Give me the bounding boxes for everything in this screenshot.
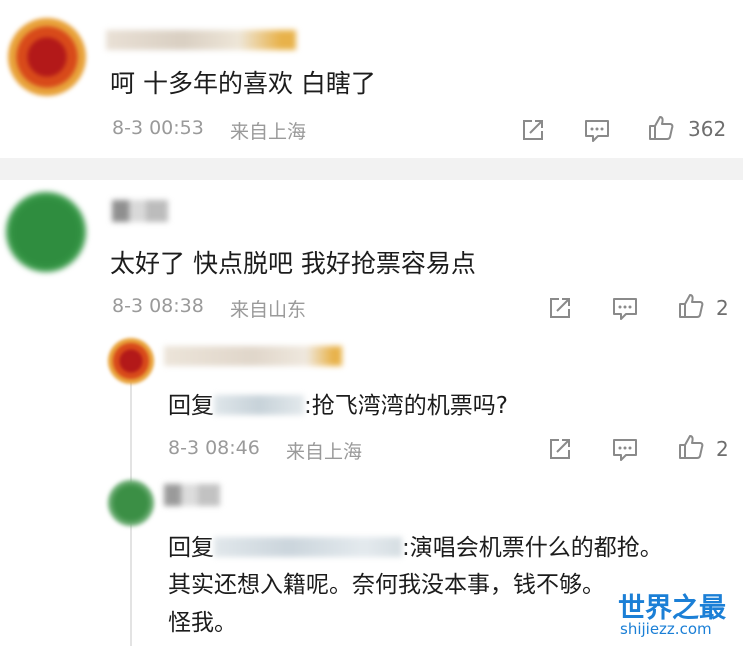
comment-text: 呵 十多年的喜欢 白瞎了 (110, 69, 376, 98)
reply-text: 回复 :演唱会机票什么的都抢。 (168, 528, 663, 562)
username-blurred[interactable] (164, 346, 342, 366)
share-icon[interactable] (545, 434, 575, 464)
avatar[interactable] (108, 338, 154, 384)
like-count: 2 (716, 296, 729, 320)
reply-body: :演唱会机票什么的都抢。 (402, 535, 663, 561)
reply-prefix: 回复 (168, 393, 214, 419)
comment-text: 太好了 快点脱吧 我好抢票容易点 (110, 249, 476, 278)
like-count: 362 (688, 117, 727, 141)
share-icon[interactable] (518, 115, 548, 145)
divider (0, 158, 743, 180)
mention-blurred[interactable] (214, 395, 304, 415)
reply-body: :抢飞湾湾的机票吗? (304, 393, 508, 419)
like-count: 2 (716, 437, 729, 461)
reply-text-line: 怪我。 (168, 610, 237, 636)
comment-icon[interactable] (610, 293, 640, 323)
username-blurred[interactable] (164, 484, 220, 506)
avatar[interactable] (6, 192, 86, 272)
comment-icon[interactable] (582, 115, 612, 145)
reply-prefix: 回复 (168, 535, 214, 561)
watermark-url: shijiezz.com (620, 620, 712, 638)
comment-location: 来自上海 (230, 121, 307, 143)
comment-icon[interactable] (610, 434, 640, 464)
comment-time: 8-3 08:38 (112, 295, 204, 317)
like-icon[interactable] (646, 113, 676, 143)
username-blurred[interactable] (112, 200, 168, 222)
username-blurred[interactable] (106, 30, 296, 50)
like-icon[interactable] (676, 291, 706, 321)
avatar[interactable] (8, 18, 86, 96)
like-icon[interactable] (676, 432, 706, 462)
reply-location: 来自上海 (286, 441, 363, 463)
avatar[interactable] (108, 480, 154, 526)
reply-time: 8-3 08:46 (168, 437, 260, 459)
mention-blurred[interactable] (214, 537, 402, 557)
comment-time: 8-3 00:53 (112, 117, 204, 139)
share-icon[interactable] (545, 293, 575, 323)
reply-text: 回复 :抢飞湾湾的机票吗? (168, 386, 508, 420)
comment-location: 来自山东 (230, 299, 307, 321)
reply-text-line: 其实还想入籍呢。奈何我没本事，钱不够。 (168, 572, 605, 598)
